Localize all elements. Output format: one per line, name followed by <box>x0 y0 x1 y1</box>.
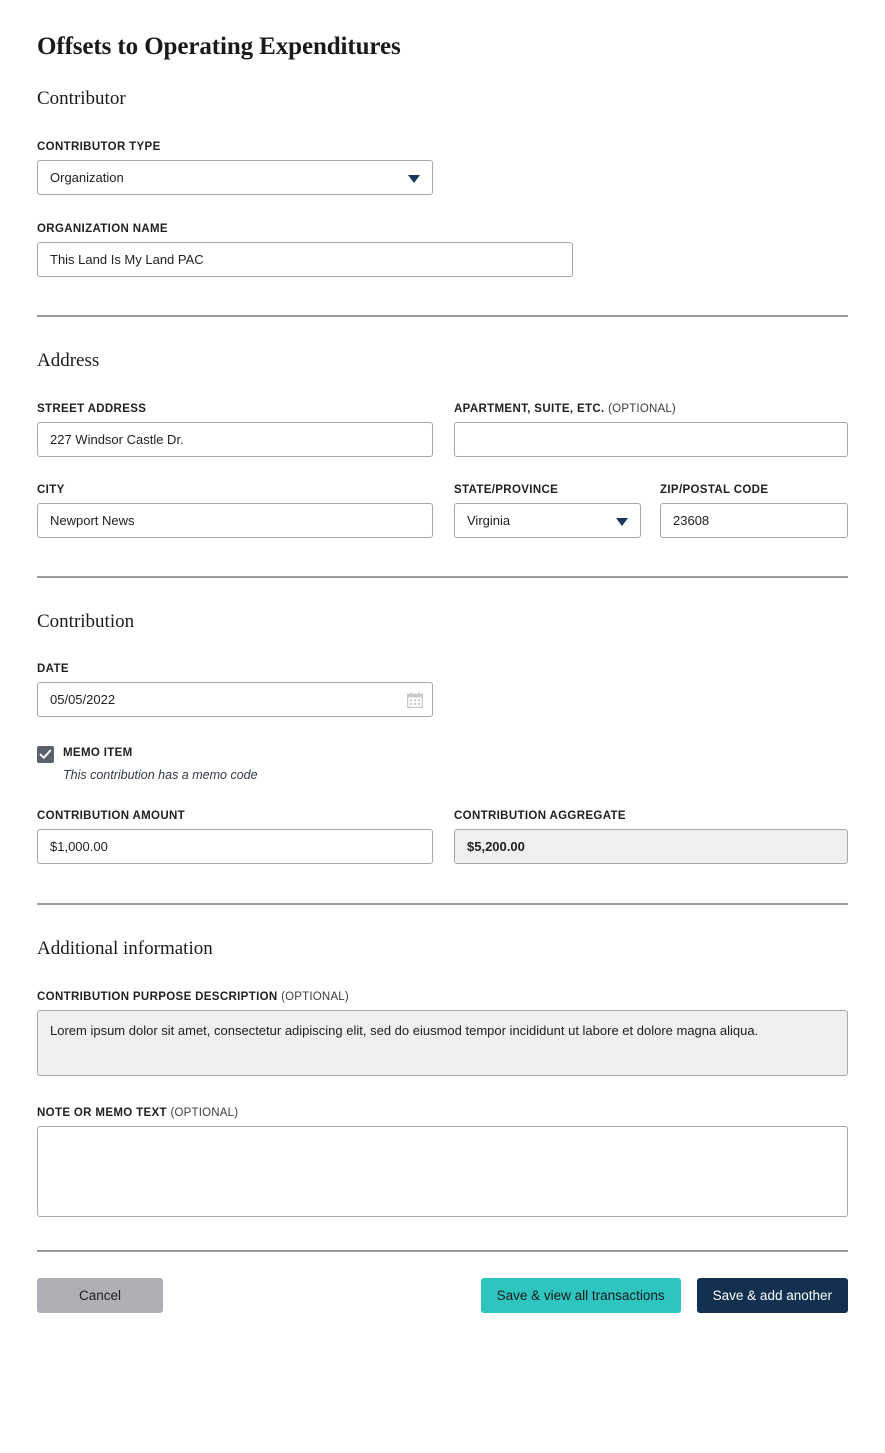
field-purpose-description: CONTRIBUTION PURPOSE DESCRIPTION (OPTION… <box>37 991 848 1076</box>
memo-item-group: MEMO ITEM This contribution has a memo c… <box>37 745 848 783</box>
zip-label: ZIP/POSTAL CODE <box>660 484 769 496</box>
purpose-description-label-text: CONTRIBUTION PURPOSE DESCRIPTION <box>37 991 278 1003</box>
apartment-input[interactable] <box>454 422 848 457</box>
purpose-description-optional-tag: (OPTIONAL) <box>281 991 349 1003</box>
date-input[interactable] <box>37 682 433 717</box>
section-heading-address: Address <box>37 350 100 371</box>
section-heading-contributor: Contributor <box>37 88 126 109</box>
chevron-down-icon <box>408 174 420 183</box>
purpose-description-label: CONTRIBUTION PURPOSE DESCRIPTION (OPTION… <box>37 991 848 1003</box>
action-bar: Cancel Save & view all transactions Save… <box>37 1278 848 1313</box>
field-note-memo-text: NOTE OR MEMO TEXT (OPTIONAL) <box>37 1107 848 1217</box>
contributor-type-value: Organization <box>50 170 124 185</box>
field-contribution-aggregate: CONTRIBUTION AGGREGATE <box>454 810 848 864</box>
field-state: STATE/PROVINCE Virginia <box>454 484 641 538</box>
memo-item-checkbox-row[interactable]: MEMO ITEM <box>37 745 848 763</box>
organization-name-input[interactable] <box>37 242 573 277</box>
apartment-optional-tag: (OPTIONAL) <box>608 403 676 415</box>
address-row-2: CITY STATE/PROVINCE Virginia ZIP/POSTAL … <box>37 484 848 538</box>
field-city: CITY <box>37 484 433 538</box>
field-zip: ZIP/POSTAL CODE <box>660 484 848 538</box>
contribution-amount-row: CONTRIBUTION AMOUNT CONTRIBUTION AGGREGA… <box>37 810 848 864</box>
field-apartment: APARTMENT, SUITE, ETC. (OPTIONAL) <box>454 403 848 457</box>
form-container: Offsets to Operating Expenditures Contri… <box>37 0 848 1313</box>
date-input-wrapper <box>37 682 433 717</box>
section-heading-contribution: Contribution <box>37 611 135 632</box>
apartment-label: APARTMENT, SUITE, ETC. (OPTIONAL) <box>454 403 848 415</box>
zip-input[interactable] <box>660 503 848 538</box>
contribution-amount-label: CONTRIBUTION AMOUNT <box>37 810 186 822</box>
note-memo-optional-tag: (OPTIONAL) <box>170 1107 239 1119</box>
cancel-button[interactable]: Cancel <box>37 1278 163 1313</box>
calendar-icon[interactable] <box>406 692 424 708</box>
field-organization-name: ORGANIZATION NAME <box>37 223 848 277</box>
state-label: STATE/PROVINCE <box>454 484 559 496</box>
contributor-type-select[interactable]: Organization <box>37 160 433 195</box>
contribution-aggregate-label: CONTRIBUTION AGGREGATE <box>454 810 626 822</box>
field-contributor-type: CONTRIBUTOR TYPE Organization <box>37 141 848 195</box>
city-label: CITY <box>37 484 65 496</box>
form-page: Offsets to Operating Expenditures Contri… <box>0 0 885 1453</box>
contributor-type-label: CONTRIBUTOR TYPE <box>37 141 161 153</box>
organization-name-label: ORGANIZATION NAME <box>37 223 168 235</box>
note-memo-label: NOTE OR MEMO TEXT (OPTIONAL) <box>37 1107 848 1119</box>
field-street-address: STREET ADDRESS <box>37 403 433 457</box>
memo-item-label: MEMO ITEM <box>63 747 133 759</box>
state-select[interactable]: Virginia <box>454 503 641 538</box>
section-heading-additional: Additional information <box>37 938 213 959</box>
street-address-input[interactable] <box>37 422 433 457</box>
memo-item-help-text: This contribution has a memo code <box>63 768 258 782</box>
purpose-description-textarea <box>37 1010 848 1076</box>
page-title: Offsets to Operating Expenditures <box>37 33 401 60</box>
note-memo-label-text: NOTE OR MEMO TEXT <box>37 1107 167 1119</box>
field-contribution-amount: CONTRIBUTION AMOUNT <box>37 810 433 864</box>
city-input[interactable] <box>37 503 433 538</box>
save-and-add-another-button[interactable]: Save & add another <box>696 1278 848 1313</box>
checkbox-checked-icon[interactable] <box>37 746 54 763</box>
apartment-label-text: APARTMENT, SUITE, ETC. <box>454 403 605 415</box>
state-value: Virginia <box>467 513 511 528</box>
chevron-down-icon <box>616 517 628 526</box>
address-row-1: STREET ADDRESS APARTMENT, SUITE, ETC. (O… <box>37 403 848 457</box>
street-address-label: STREET ADDRESS <box>37 403 147 415</box>
contribution-amount-input[interactable] <box>37 829 433 864</box>
date-label: DATE <box>37 663 69 675</box>
save-and-view-all-transactions-button[interactable]: Save & view all transactions <box>480 1278 681 1313</box>
contribution-aggregate-input <box>454 829 848 864</box>
field-date: DATE <box>37 663 433 717</box>
note-memo-textarea[interactable] <box>37 1126 848 1217</box>
